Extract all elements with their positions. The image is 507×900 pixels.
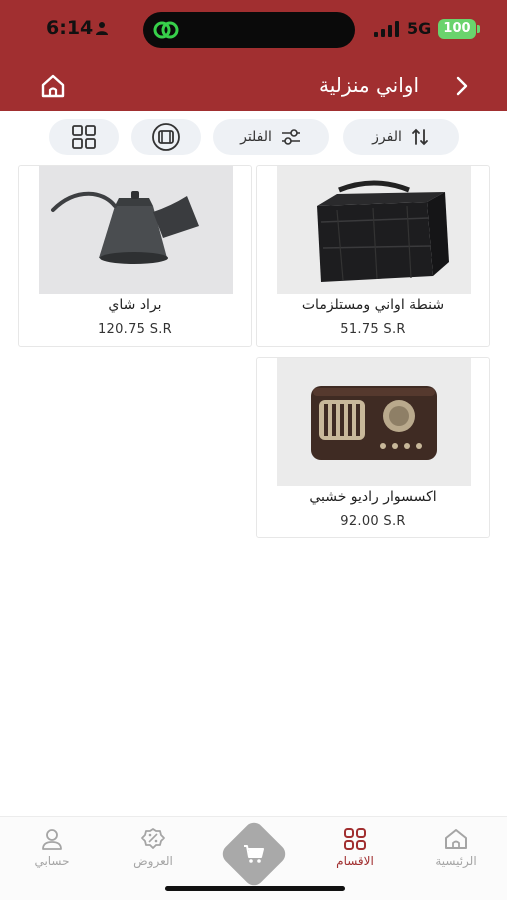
nav-categories[interactable]: الاقسام bbox=[315, 827, 395, 877]
page-title: اواني منزلية bbox=[319, 73, 419, 97]
filter-label: الفلتر bbox=[240, 129, 272, 145]
nav-offers-label: العروض bbox=[133, 854, 173, 868]
view-toggle-film[interactable] bbox=[131, 119, 201, 155]
cart-icon bbox=[244, 845, 264, 863]
toolbar: الفرز الفلتر bbox=[0, 111, 507, 161]
cart-button[interactable] bbox=[218, 818, 290, 890]
network-label: 5G bbox=[407, 19, 432, 38]
radio-image bbox=[277, 358, 471, 486]
home-icon bbox=[445, 829, 467, 849]
user-icon bbox=[42, 829, 62, 850]
nav-home-label: الرئيسية bbox=[435, 854, 477, 868]
product-image bbox=[39, 166, 233, 294]
filter-button[interactable]: الفلتر bbox=[213, 119, 329, 155]
screen: 6:14 5G 100 اواني منزلية الفرز الفلتر شن… bbox=[0, 0, 507, 900]
header: 6:14 5G 100 اواني منزلية bbox=[0, 0, 507, 111]
nav-account[interactable]: حسابي bbox=[12, 827, 92, 877]
sliders-icon bbox=[281, 129, 300, 145]
home-indicator bbox=[165, 886, 345, 891]
insulated-bag-image bbox=[277, 166, 471, 294]
signal-icon bbox=[374, 21, 399, 37]
product-price: 120.75 S.R bbox=[97, 322, 173, 337]
categories-icon bbox=[344, 828, 366, 850]
product-card[interactable]: براد شاي 120.75 S.R bbox=[18, 165, 252, 347]
product-name: براد شاي bbox=[108, 297, 162, 313]
product-image bbox=[277, 358, 471, 486]
grid-view-icon bbox=[72, 125, 96, 149]
view-toggle-grid[interactable] bbox=[49, 119, 119, 155]
product-name: شنطة اواني ومستلزمات bbox=[301, 297, 445, 313]
product-card[interactable]: شنطة اواني ومستلزمات 51.75 S.R bbox=[256, 165, 490, 347]
nav-account-label: حسابي bbox=[34, 854, 70, 868]
battery-badge: 100 bbox=[438, 19, 480, 39]
product-name: اكسسوار راديو خشبي bbox=[309, 489, 437, 505]
status-time: 6:14 bbox=[46, 17, 94, 39]
film-view-icon bbox=[152, 123, 180, 151]
link-icon bbox=[153, 21, 179, 39]
product-price: 51.75 S.R bbox=[340, 322, 406, 337]
kettle-image bbox=[39, 166, 233, 294]
nav-offers[interactable]: العروض bbox=[113, 827, 193, 877]
product-card[interactable]: اكسسوار راديو خشبي 92.00 S.R bbox=[256, 357, 490, 538]
person-icon bbox=[96, 22, 108, 35]
sort-button[interactable]: الفرز bbox=[343, 119, 459, 155]
nav-home[interactable]: الرئيسية bbox=[416, 827, 496, 877]
home-button[interactable] bbox=[38, 72, 68, 100]
nav-categories-label: الاقسام bbox=[336, 854, 374, 868]
status-bar: 6:14 5G 100 bbox=[0, 0, 507, 58]
sort-label: الفرز bbox=[372, 129, 402, 145]
product-image bbox=[277, 166, 471, 294]
chevron-right-icon[interactable] bbox=[449, 72, 475, 100]
offers-icon bbox=[141, 828, 165, 849]
title-bar: اواني منزلية bbox=[0, 58, 507, 111]
sort-icon bbox=[411, 128, 428, 146]
product-price: 92.00 S.R bbox=[340, 514, 406, 529]
